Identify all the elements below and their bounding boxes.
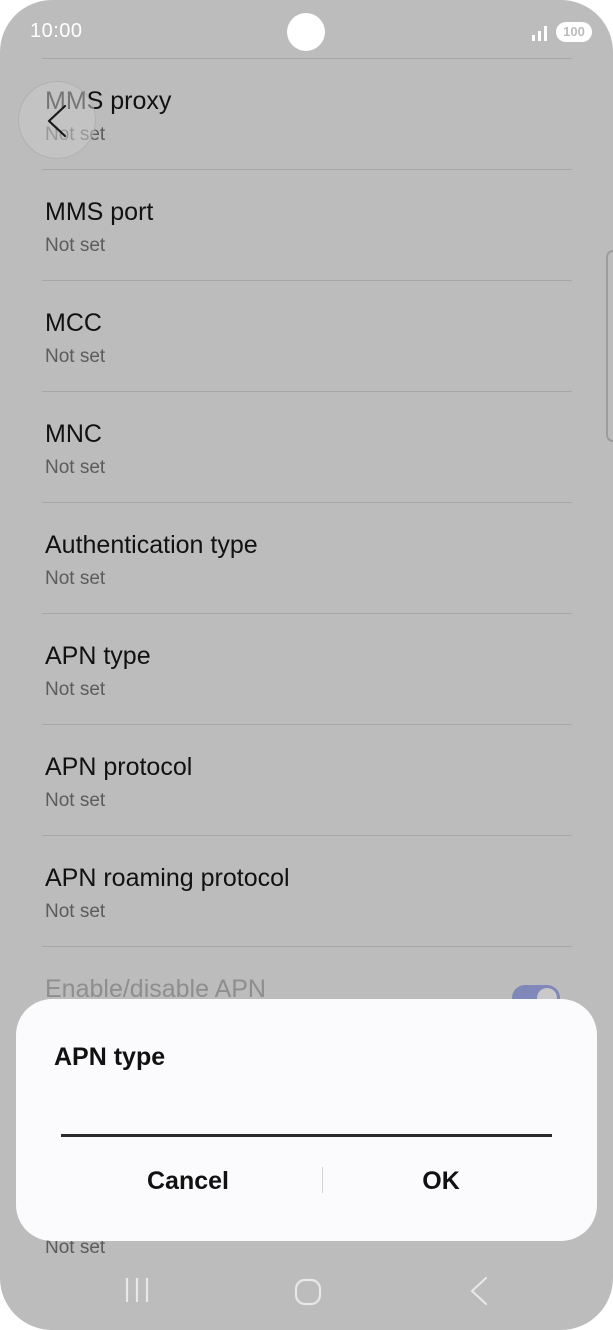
cancel-button[interactable]: Cancel [36, 1159, 340, 1203]
setting-title: MCC [45, 309, 102, 337]
back-button[interactable] [18, 81, 96, 159]
status-time: 10:00 [30, 20, 83, 42]
dialog-title: APN type [54, 1043, 166, 1071]
setting-value: Not set [45, 679, 106, 700]
setting-apn-type[interactable]: APN type Not set [42, 613, 572, 724]
setting-value: Not set [45, 901, 106, 922]
apn-settings-list: MMS proxy Not set MMS port Not set MCC N… [42, 58, 572, 1057]
phone-screen: 10:00 100 MMS proxy Not set MMS port Not… [0, 0, 613, 1330]
setting-authentication-type[interactable]: Authentication type Not set [42, 502, 572, 613]
setting-apn-roaming-protocol[interactable]: APN roaming protocol Not set [42, 835, 572, 946]
setting-value: Not set [45, 346, 106, 367]
navigation-bar [0, 1260, 613, 1330]
apn-type-input[interactable] [61, 1099, 552, 1137]
setting-value: Not set [45, 457, 106, 478]
setting-value: Not set [45, 235, 106, 256]
apn-type-dialog: APN type Cancel OK [16, 999, 597, 1241]
status-bar: 10:00 100 [0, 0, 613, 64]
setting-title: APN roaming protocol [45, 864, 290, 892]
setting-mnc[interactable]: MNC Not set [42, 391, 572, 502]
setting-title: MNC [45, 420, 102, 448]
setting-value: Not set [45, 568, 106, 589]
scrollbar[interactable] [606, 250, 613, 442]
setting-value: Not set [45, 790, 106, 811]
setting-mms-proxy[interactable]: MMS proxy Not set [42, 58, 572, 169]
home-icon[interactable] [294, 1278, 322, 1306]
signal-icon [532, 26, 547, 41]
back-icon[interactable] [468, 1276, 490, 1306]
setting-title: APN protocol [45, 753, 193, 781]
setting-mms-port[interactable]: MMS port Not set [42, 169, 572, 280]
setting-apn-protocol[interactable]: APN protocol Not set [42, 724, 572, 835]
recents-icon[interactable] [124, 1276, 150, 1304]
setting-title: APN type [45, 642, 151, 670]
chevron-left-icon [47, 104, 67, 138]
setting-mcc[interactable]: MCC Not set [42, 280, 572, 391]
ok-button[interactable]: OK [318, 1159, 564, 1203]
setting-title: Authentication type [45, 531, 258, 559]
battery-icon: 100 [556, 22, 592, 42]
front-camera [287, 13, 325, 51]
setting-title: MMS port [45, 198, 154, 226]
